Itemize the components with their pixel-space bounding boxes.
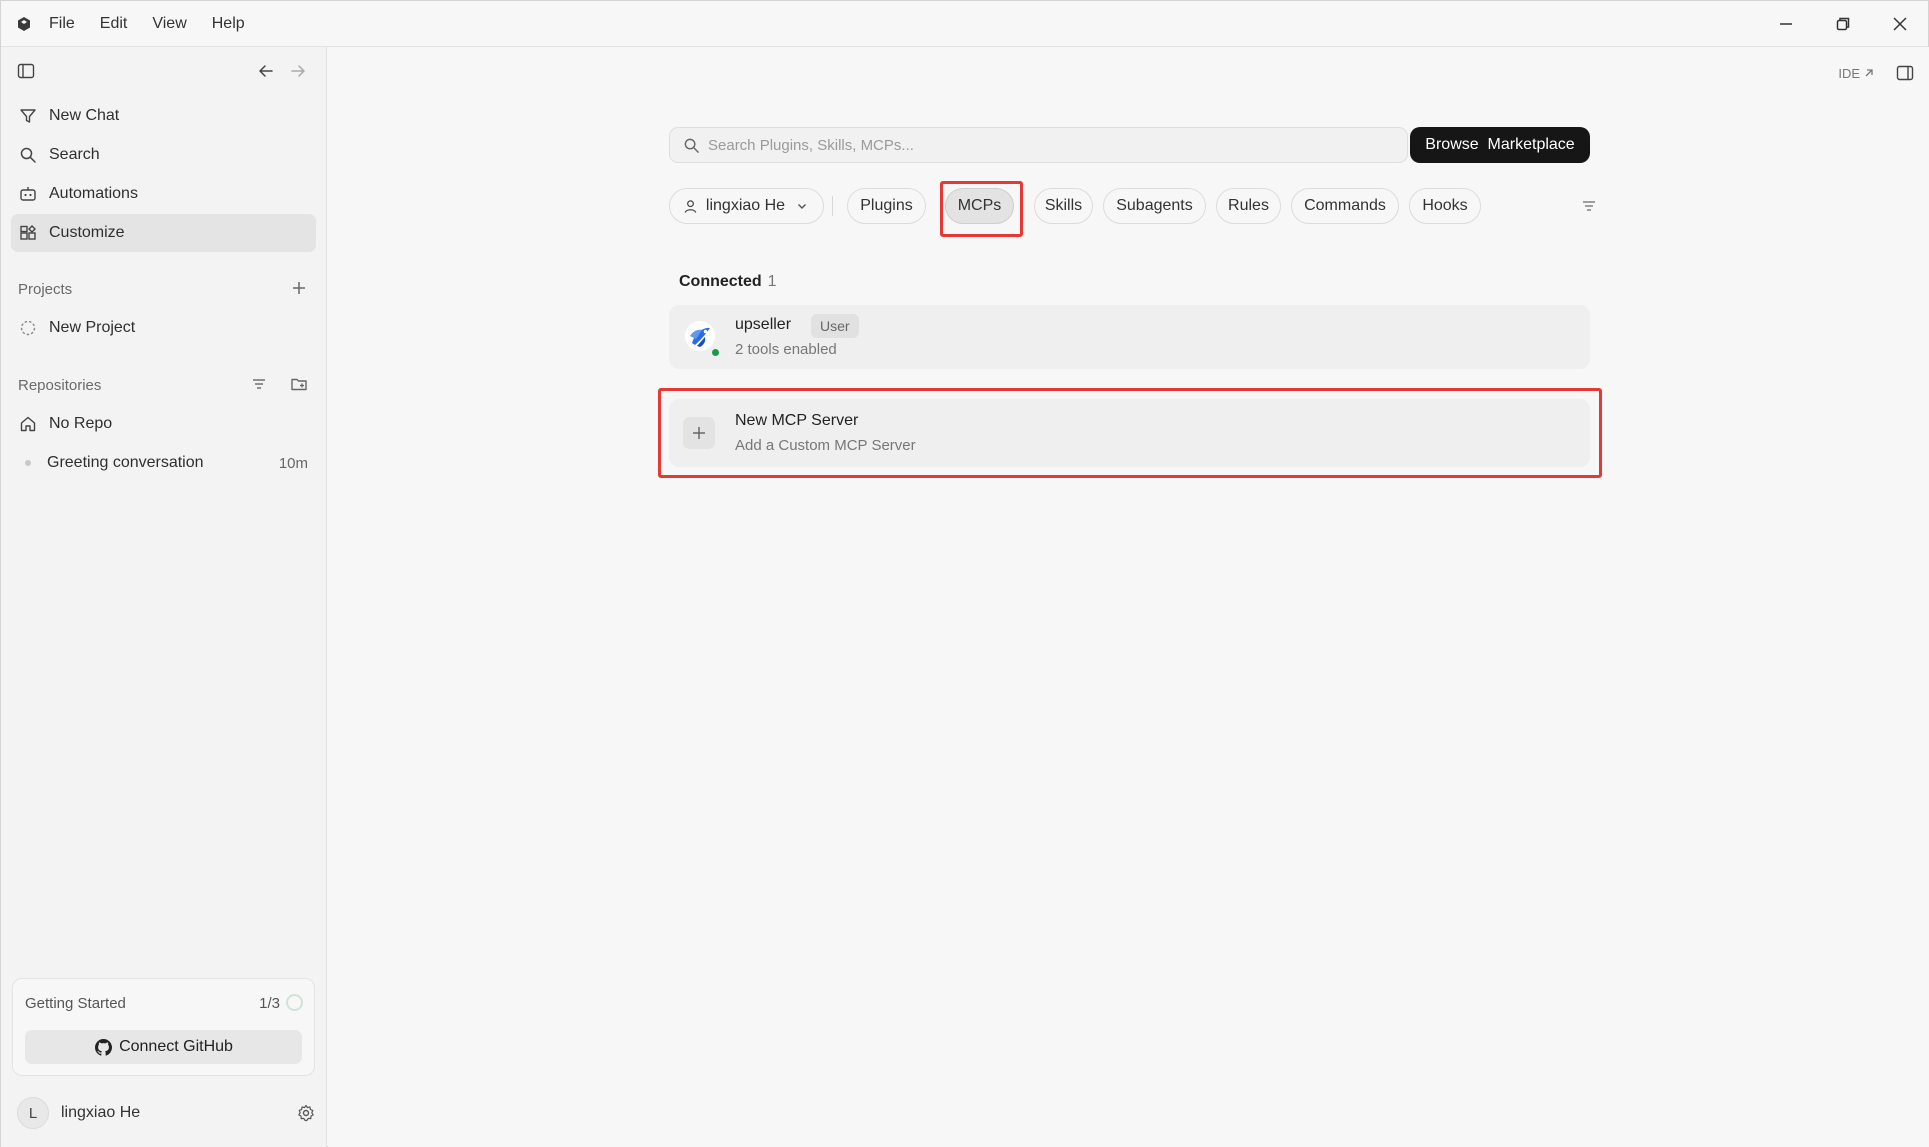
main-content: IDE Browse Marketplace lingxiao He — [328, 47, 1929, 1147]
new-mcp-server-subtitle: Add a Custom MCP Server — [735, 437, 916, 454]
nav-label: New Chat — [49, 107, 120, 124]
browse-marketplace-button[interactable]: Browse Marketplace — [1410, 127, 1590, 163]
no-repo-item[interactable]: No Repo — [11, 405, 316, 443]
no-repo-label: No Repo — [49, 415, 113, 432]
forward-arrow-icon[interactable] — [288, 61, 308, 81]
filter-icon[interactable] — [1579, 196, 1599, 216]
title-bar: File Edit View Help — [1, 1, 1928, 47]
getting-started-title: Getting Started — [25, 995, 126, 1012]
menu-view[interactable]: View — [152, 15, 186, 33]
menu-file[interactable]: File — [49, 15, 75, 33]
sidebar: New Chat Search Automations Customize Pr… — [1, 47, 327, 1147]
window-controls — [1757, 1, 1928, 47]
app-window: File Edit View Help New Chat Search Auto… — [0, 0, 1929, 1147]
dashed-circle-icon — [19, 319, 37, 337]
tab-plugins[interactable]: Plugins — [847, 188, 926, 224]
new-mcp-server-title: New MCP Server — [735, 412, 859, 429]
connected-section-label: Connected 1 — [679, 273, 777, 291]
ide-link-label: IDE — [1838, 65, 1860, 81]
connected-label-text: Connected — [679, 273, 762, 290]
projects-section-label: Projects — [18, 281, 73, 298]
user-filter-dropdown[interactable]: lingxiao He — [669, 188, 824, 224]
add-project-plus-icon[interactable] — [290, 279, 308, 297]
customize-icon — [19, 224, 37, 242]
new-mcp-server-button[interactable]: New MCP Server Add a Custom MCP Server — [669, 399, 1590, 467]
tab-skills[interactable]: Skills — [1034, 188, 1093, 224]
app-logo-icon — [13, 13, 35, 35]
getting-started-progress: 1/3 — [259, 995, 280, 1012]
progress-ring-icon — [286, 994, 303, 1011]
nav-label: Customize — [49, 224, 125, 241]
plus-icon — [683, 417, 715, 449]
getting-started-card: Getting Started 1/3 Connect GitHub — [12, 978, 315, 1076]
tab-hooks[interactable]: Hooks — [1409, 188, 1481, 224]
mcp-server-card[interactable]: upseller User 2 tools enabled — [669, 305, 1590, 369]
nav-search[interactable]: Search — [11, 136, 316, 174]
automations-icon — [19, 185, 37, 203]
avatar: L — [17, 1097, 49, 1129]
filter-divider — [832, 196, 833, 216]
conversation-time: 10m — [278, 454, 308, 472]
chevron-down-icon — [794, 198, 810, 214]
user-name: lingxiao He — [61, 1104, 141, 1121]
nav-new-chat[interactable]: New Chat — [11, 97, 316, 135]
restore-icon — [1836, 17, 1849, 31]
filter-repos-icon[interactable] — [250, 375, 268, 393]
connected-count: 1 — [767, 273, 777, 290]
search-input[interactable] — [708, 136, 1388, 154]
minimize-icon — [1779, 23, 1792, 25]
search-icon — [682, 136, 700, 154]
tab-mcps[interactable]: MCPs — [945, 188, 1014, 224]
conversation-title: Greeting conversation — [47, 454, 204, 471]
minimize-button[interactable] — [1757, 1, 1814, 47]
nav-label: Automations — [49, 185, 138, 202]
close-icon — [1892, 17, 1907, 31]
settings-gear-icon[interactable] — [297, 1104, 315, 1122]
conversation-dot-icon — [25, 460, 31, 466]
back-arrow-icon[interactable] — [256, 61, 276, 81]
new-project-label: New Project — [49, 319, 136, 336]
user-icon — [683, 198, 699, 214]
restore-button[interactable] — [1814, 1, 1871, 47]
menu-edit[interactable]: Edit — [100, 15, 128, 33]
repositories-section-label: Repositories — [18, 377, 102, 394]
user-filter-label: lingxiao He — [705, 197, 786, 214]
mcp-server-name: upseller — [735, 316, 792, 333]
nav-label: Search — [49, 146, 100, 163]
nav-automations[interactable]: Automations — [11, 175, 316, 213]
toggle-sidebar-icon[interactable] — [16, 61, 36, 81]
tab-commands[interactable]: Commands — [1291, 188, 1399, 224]
close-button[interactable] — [1871, 1, 1928, 47]
mcp-server-subtitle: 2 tools enabled — [735, 341, 837, 358]
tab-rules[interactable]: Rules — [1216, 188, 1281, 224]
user-scope-badge: User — [811, 314, 859, 338]
conversation-item[interactable]: Greeting conversation 10m — [11, 444, 316, 482]
search-icon — [19, 146, 37, 164]
connected-status-dot — [710, 347, 721, 358]
filter-row: lingxiao He Plugins MCPs Skills Subagent… — [669, 181, 1599, 237]
tab-subagents[interactable]: Subagents — [1103, 188, 1206, 224]
search-box — [669, 127, 1408, 163]
new-project-item[interactable]: New Project — [11, 309, 316, 347]
new-chat-icon — [19, 107, 37, 125]
connect-github-button[interactable]: Connect GitHub — [25, 1030, 302, 1064]
add-folder-icon[interactable] — [290, 375, 308, 393]
menu-help[interactable]: Help — [212, 15, 245, 33]
ide-link[interactable]: IDE — [1838, 66, 1875, 81]
external-arrow-icon — [1865, 69, 1873, 77]
toggle-right-panel-icon[interactable] — [1895, 63, 1915, 83]
nav-customize[interactable]: Customize — [11, 214, 316, 252]
home-icon — [19, 415, 37, 433]
user-row[interactable]: L lingxiao He — [17, 1096, 315, 1130]
connect-github-label: Connect GitHub — [119, 1038, 233, 1055]
github-icon — [94, 1038, 112, 1056]
